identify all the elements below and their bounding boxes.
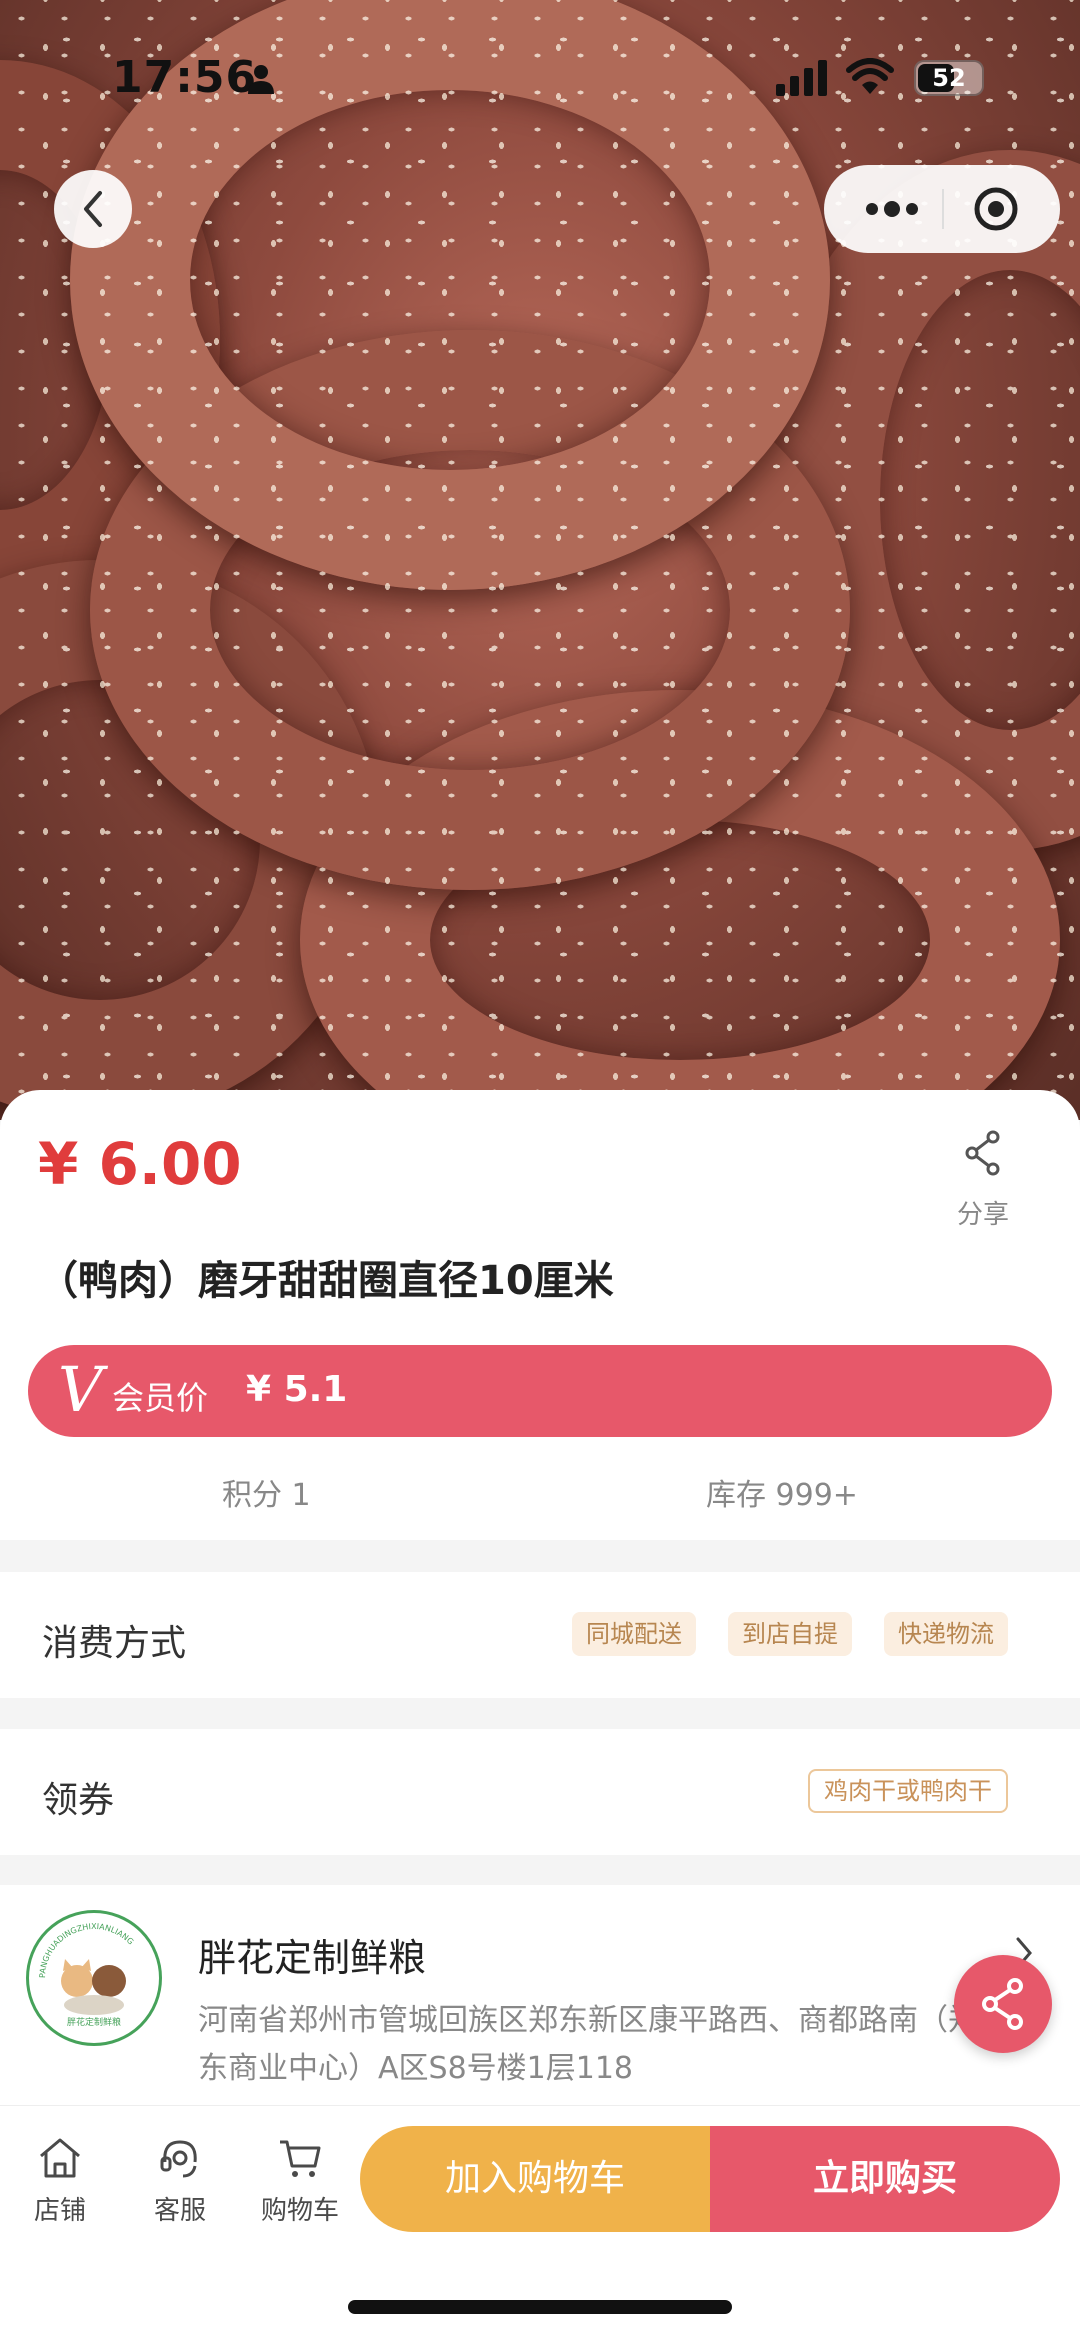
tab-service-label: 客服 <box>153 2196 206 2226</box>
signal-icon <box>776 60 827 96</box>
share-icon <box>965 1130 1000 1176</box>
member-v-badge: V <box>58 1353 103 1426</box>
coupon-row[interactable]: 领券 鸡肉干或鸭肉干 <box>0 1729 1080 1855</box>
capsule-divider <box>942 189 944 229</box>
wifi-icon <box>846 58 894 94</box>
points-text: 积分 1 <box>222 1478 311 1513</box>
home-icon <box>40 2138 80 2178</box>
home-indicator[interactable] <box>348 2300 732 2314</box>
svg-text:胖花定制鲜粮: 胖花定制鲜粮 <box>67 2016 121 2028</box>
member-price-value: ¥ 5.1 <box>246 1369 348 1410</box>
add-to-cart-button[interactable]: 加入购物车 <box>360 2126 710 2232</box>
tab-store[interactable]: 店铺 <box>10 2136 110 2227</box>
status-time: 17:56 <box>112 52 258 103</box>
tab-cart-label: 购物车 <box>260 2196 339 2226</box>
floating-share-button[interactable] <box>954 1955 1052 2053</box>
tab-cart[interactable]: 购物车 <box>250 2136 350 2227</box>
miniprogram-capsule <box>824 165 1060 253</box>
store-logo: PANGHUADINGZHIXIANLIANG 胖花定制鲜粮 <box>26 1910 162 2046</box>
share-icon <box>982 1978 1023 2030</box>
coupon-label: 领券 <box>42 1780 115 1821</box>
store-name: 胖花定制鲜粮 <box>198 1936 427 1980</box>
consumption-row: 消费方式 同城配送 到店自提 快递物流 <box>0 1572 1080 1698</box>
member-price-bar[interactable]: V 会员价 ¥ 5.1 <box>28 1345 1052 1437</box>
stock-text: 库存 999+ <box>706 1478 858 1513</box>
tag-express: 快递物流 <box>884 1612 1008 1656</box>
chevron-left-icon <box>84 191 102 227</box>
person-icon <box>248 65 274 94</box>
headset-icon <box>160 2140 197 2178</box>
cart-icon <box>280 2140 321 2177</box>
tab-service[interactable]: 客服 <box>130 2136 230 2227</box>
share-label: 分享 <box>956 1200 1009 1230</box>
close-target-icon[interactable] <box>972 185 1020 233</box>
tab-store-label: 店铺 <box>33 2196 86 2226</box>
buy-now-button[interactable]: 立即购买 <box>710 2126 1060 2232</box>
coupon-tag[interactable]: 鸡肉干或鸭肉干 <box>808 1769 1008 1813</box>
tag-local-delivery: 同城配送 <box>572 1612 696 1656</box>
status-bar: 17:56 52 <box>0 0 1080 150</box>
tag-store-pickup: 到店自提 <box>728 1612 852 1656</box>
store-card[interactable]: PANGHUADINGZHIXIANLIANG 胖花定制鲜粮 胖花定制鲜粮 河南… <box>0 1885 1080 2115</box>
store-address: 河南省郑州市管城回族区郑东新区康平路西、商都路南（郑东商业中心）A区S8号楼1层… <box>198 2003 978 2086</box>
battery-indicator: 52 <box>914 60 984 96</box>
share-button[interactable]: 分享 <box>940 1130 1026 1231</box>
member-price-label: 会员价 <box>112 1379 209 1417</box>
consumption-label: 消费方式 <box>42 1623 187 1664</box>
product-title: （鸭肉）磨牙甜甜圈直径10厘米 <box>38 1258 614 1304</box>
store-logo-graphic: PANGHUADINGZHIXIANLIANG 胖花定制鲜粮 <box>38 1922 135 2028</box>
battery-level: 52 <box>932 64 966 92</box>
back-button[interactable] <box>54 170 132 248</box>
product-price: ¥ 6.00 <box>38 1130 242 1198</box>
more-icon[interactable] <box>862 193 922 225</box>
